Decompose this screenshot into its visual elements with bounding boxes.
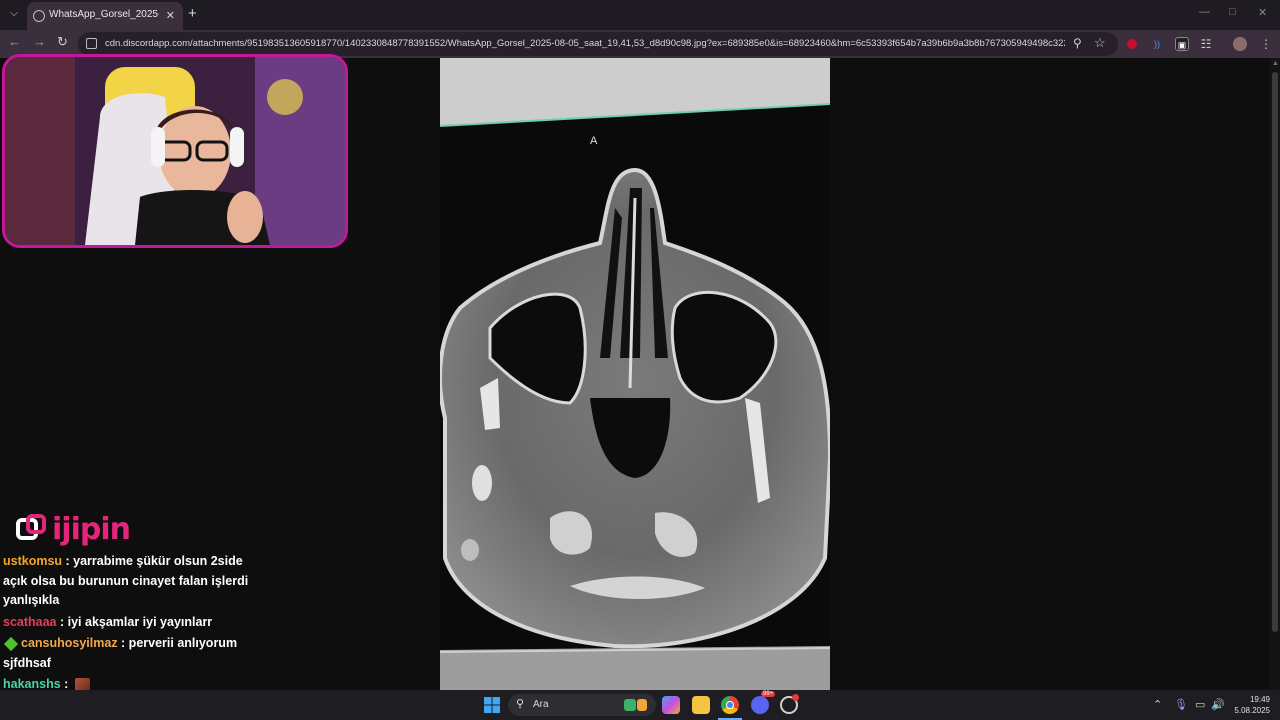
chat-message: cansuhosyilmaz : perverii anlıyorum sjfd… [3,634,253,673]
ct-orientation-marker: A [590,135,598,147]
zoom-magnifier-icon[interactable]: ⚲ [1073,36,1082,50]
address-url[interactable]: cdn.discordapp.com/attachments/951983513… [105,38,1065,49]
discord-badge: 99+ [761,691,776,697]
site-info-icon[interactable] [86,38,97,49]
close-tab-icon[interactable]: ✕ [166,9,175,22]
chat-message: ustkomsu : yarrabime şükür olsun 2side a… [3,552,253,611]
search-label: Ara [533,699,549,710]
back-arrow-icon[interactable]: ← [8,34,21,49]
image-viewer-page: A ijipin ustkomsu: yarrabime şükür olsu… [0,54,1280,713]
audio-extension-icon[interactable]: )) [1150,37,1164,51]
red-extension-icon[interactable] [1127,39,1137,49]
ct-scan-image[interactable]: A [440,58,830,690]
webcam-overlay [2,54,348,248]
search-highlight-icon-2 [637,699,647,711]
logo-mark-icon [16,514,46,540]
network-icon[interactable]: ▭ [1195,698,1205,711]
tab-strip: ⌵ WhatsApp_Gorsel_2025-08-05_ ✕ + — □ ✕ [0,0,1280,30]
address-bar[interactable]: cdn.discordapp.com/attachments/951983513… [78,32,1118,56]
menu-kebab-icon[interactable]: ⋮ [1259,37,1273,51]
taskbar-search[interactable]: ⚲ Ara [508,694,656,716]
logo-wordmark: ijipin [52,512,131,547]
globe-icon [33,10,45,22]
chat-message: scathaaa : iyi akşamlar iyi yayınlarr [3,613,253,633]
search-highlight-icon [624,699,636,711]
scroll-up-arrow-icon[interactable]: ▲ [1272,60,1279,67]
clock-time: 19:49 [1249,695,1270,704]
webcam-scene [5,57,345,245]
reload-icon[interactable]: ↻ [57,34,68,50]
file-explorer-icon[interactable] [692,696,710,714]
clock-date: 5.08.2025 [1234,706,1270,715]
system-clock[interactable]: 19:49 5.08.2025 [1226,694,1270,716]
shield-extension-icon[interactable]: ▣ [1175,37,1189,51]
profile-avatar[interactable] [1233,37,1247,51]
extensions-puzzle-icon[interactable]: ☷ [1199,37,1213,51]
discord-icon[interactable]: 99+ [751,691,776,714]
page-scrollbar[interactable]: ▲ [1270,58,1280,690]
windows-start-icon[interactable] [483,696,501,714]
settings-gear-icon[interactable] [780,694,799,714]
chrome-icon[interactable] [721,696,739,714]
ct-scan-drawing: A [440,58,830,690]
tray-chevron-up-icon[interactable]: ⌃ [1153,698,1162,711]
badge-gem-icon [3,636,19,651]
scrollbar-thumb[interactable] [1272,72,1278,632]
chat-text: : iyi akşamlar iyi yayınlarr [56,614,213,629]
window-close-icon[interactable]: ✕ [1258,6,1267,19]
maximize-icon[interactable]: □ [1229,6,1236,18]
search-icon: ⚲ [516,698,525,710]
tab-search-chevron-icon[interactable]: ⌵ [5,5,23,23]
chat-username: cansuhosyilmaz [21,636,118,650]
copilot-icon[interactable] [662,696,680,714]
chat-username: hakanshs [3,677,61,691]
new-tab-plus-icon[interactable]: + [188,5,197,22]
minimize-icon[interactable]: — [1199,6,1210,18]
chat-username: scathaaa [3,614,57,629]
chat-text: : [60,677,72,691]
tab-title: WhatsApp_Gorsel_2025-08-05_ [49,9,159,20]
microphone-icon[interactable]: 🎙 [1174,698,1188,711]
windows-taskbar: ⚲ Ara 99+ ⌃ 🎙 ▭ 🔊 19:49 5.08.2025 [0,690,1280,720]
forward-arrow-icon[interactable]: → [33,34,46,49]
chat-username: ustkomsu [3,554,63,568]
tab-active[interactable]: WhatsApp_Gorsel_2025-08-05_ ✕ [27,2,183,30]
bookmark-star-icon[interactable]: ☆ [1094,35,1106,51]
volume-icon[interactable]: 🔊 [1211,698,1225,711]
